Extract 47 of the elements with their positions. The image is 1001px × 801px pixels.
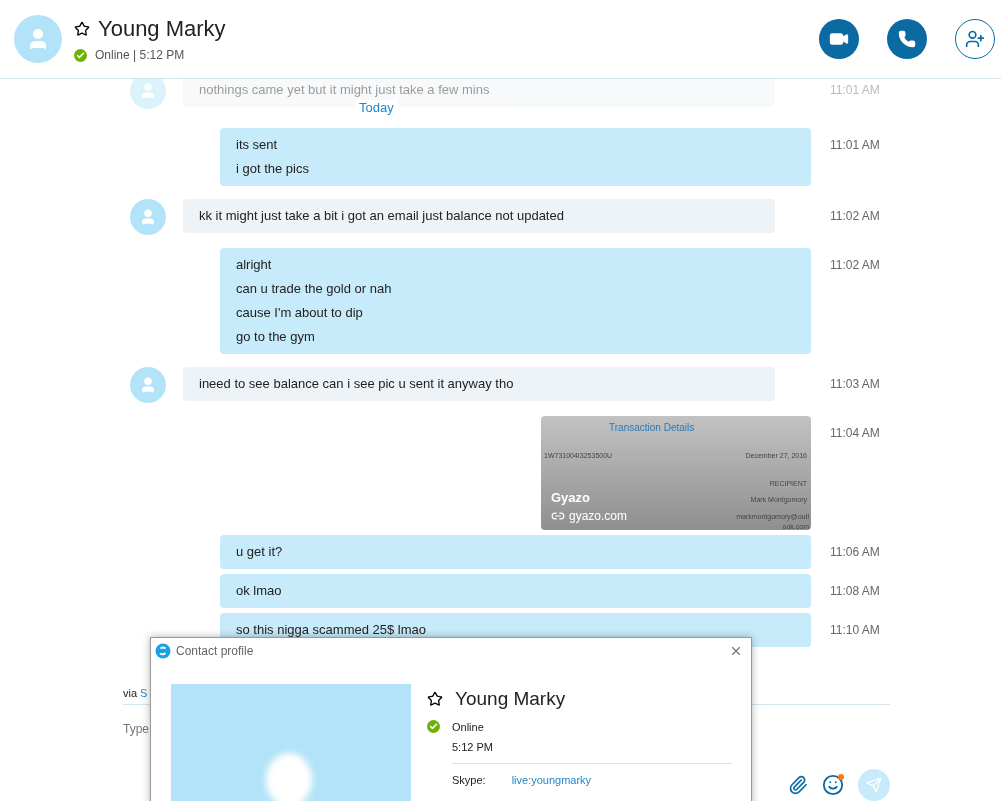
emoji-button[interactable] [822, 774, 844, 796]
status-text: Online | 5:12 PM [95, 48, 185, 62]
contact-name: Young Marky [98, 16, 226, 42]
star-icon[interactable] [427, 691, 443, 707]
avatar-icon [130, 367, 166, 403]
message-time: 11:03 AM [830, 376, 880, 393]
message-time: 11:06 AM [830, 544, 880, 561]
status-text: Online [452, 720, 484, 733]
message-bubble: ok lmao [220, 574, 811, 608]
via-label: via [123, 687, 138, 700]
message-bubble: its sent i got the pics [220, 128, 811, 186]
message-bubble: alright can u trade the gold or nah cause I'm about to dip go to the gym [220, 248, 811, 354]
skype-link[interactable]: live:youngmarky [511, 774, 592, 786]
message-time: 11:01 AM [830, 82, 880, 99]
video-call-button[interactable] [819, 19, 859, 59]
via-link[interactable]: S [140, 687, 148, 700]
local-time: 5:12 PM [452, 741, 494, 753]
message-bubble: ineed to see balance can i see pic u sent it anyway tho [183, 367, 775, 401]
add-contact-button[interactable] [955, 19, 995, 59]
close-button[interactable] [729, 644, 743, 658]
avatar-icon [14, 15, 62, 63]
preview-heading: Transaction Details [609, 422, 695, 433]
paper-plane-icon [866, 777, 882, 793]
contact-name: Young Marky [455, 688, 566, 710]
attach-button[interactable] [788, 775, 808, 795]
link-url: gyazo.com [551, 509, 628, 523]
star-icon[interactable] [74, 21, 90, 37]
field-label: Skype: [452, 774, 486, 786]
smiley-icon [822, 774, 844, 796]
avatar-icon [130, 79, 166, 109]
avatar-icon [130, 199, 166, 235]
message-time: 11:04 AM [830, 425, 880, 442]
message-bubble: u get it? [220, 535, 811, 569]
message-time: 11:08 AM [830, 583, 880, 600]
add-person-icon [965, 29, 985, 49]
message-bubble: kk it might just take a bit i got an email just balance not updated [183, 199, 775, 233]
message-time: 11:01 AM [830, 137, 880, 154]
paperclip-icon [788, 775, 808, 795]
dialog-title: Contact profile [176, 644, 255, 658]
link-title: Gyazo [551, 490, 590, 505]
message-time: 11:02 AM [830, 257, 880, 274]
app-logo-icon [155, 643, 171, 659]
link-icon [551, 509, 565, 523]
call-button[interactable] [887, 19, 927, 59]
phone-icon [898, 30, 916, 48]
message-time: 11:10 AM [830, 622, 880, 639]
message-time: 11:02 AM [830, 208, 880, 225]
